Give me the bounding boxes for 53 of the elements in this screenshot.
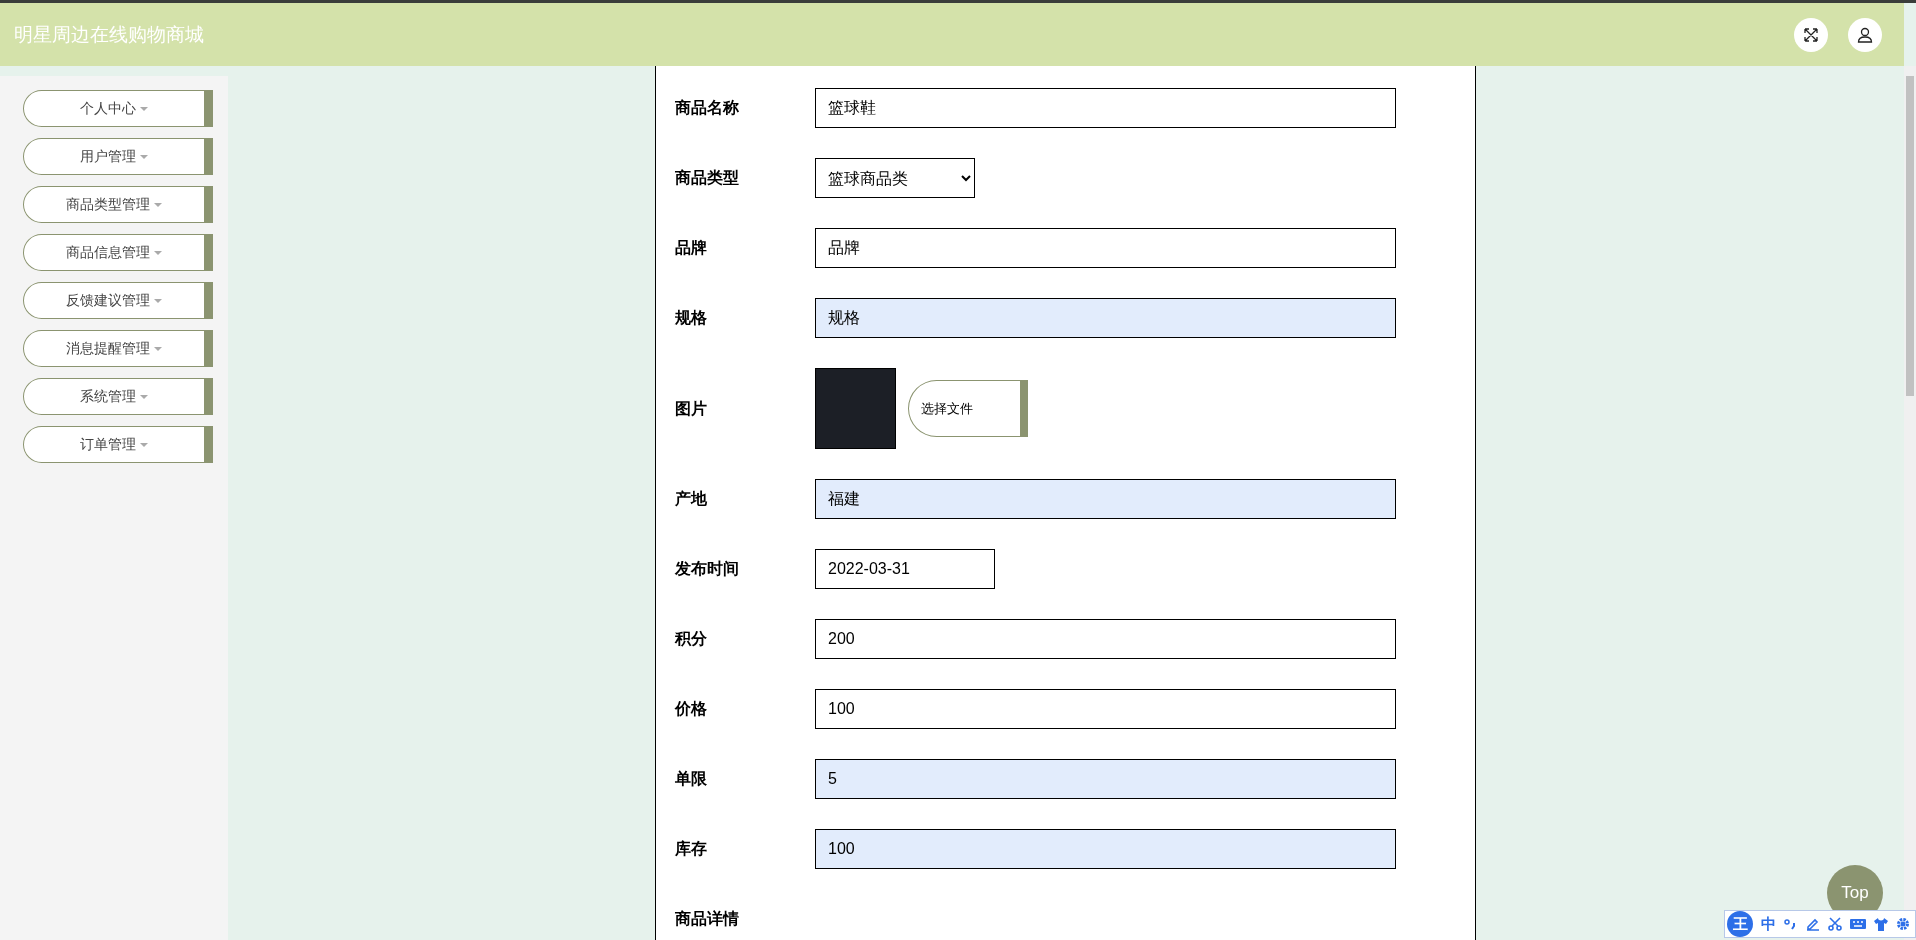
caret-icon <box>154 202 162 207</box>
caret-icon <box>154 250 162 255</box>
punctuation-icon[interactable] <box>1784 918 1798 930</box>
text-field[interactable]: 篮球鞋 <box>815 88 1396 128</box>
shirt-icon[interactable] <box>1874 917 1888 931</box>
field-label: 单限 <box>675 769 708 789</box>
field-label: 价格 <box>675 699 708 719</box>
settings-icon[interactable] <box>1896 917 1910 931</box>
sidebar-menu-button[interactable]: 用户管理 <box>23 138 213 175</box>
text-field[interactable]: 100 <box>815 829 1396 869</box>
field-label: 库存 <box>675 839 708 859</box>
caret-icon <box>140 154 148 159</box>
field-label: 品牌 <box>675 238 708 258</box>
text-field[interactable]: 品牌 <box>815 228 1396 268</box>
field-label: 发布时间 <box>675 559 740 579</box>
caret-icon <box>140 442 148 447</box>
pen-icon[interactable] <box>1806 917 1820 931</box>
date-field[interactable]: 2022-03-31 <box>815 549 995 589</box>
choose-file-button[interactable]: 选择文件 <box>908 380 1028 437</box>
text-field[interactable]: 规格 <box>815 298 1396 338</box>
site-title: 明星周边在线购物商城 <box>14 22 204 48</box>
sidebar-menu-button[interactable]: 商品信息管理 <box>23 234 213 271</box>
sidebar-menu-button[interactable]: 消息提醒管理 <box>23 330 213 367</box>
field-label: 规格 <box>675 308 708 328</box>
field-label: 图片 <box>675 398 708 419</box>
keyboard-icon[interactable] <box>1850 918 1866 930</box>
input-mode-toggle[interactable]: 中 <box>1761 912 1776 936</box>
text-field[interactable]: 福建 <box>815 479 1396 519</box>
sidebar-menu-button[interactable]: 商品类型管理 <box>23 186 213 223</box>
text-field[interactable]: 200 <box>815 619 1396 659</box>
scissors-icon[interactable] <box>1828 917 1842 931</box>
field-label: 商品名称 <box>675 98 740 118</box>
caret-icon <box>140 106 148 111</box>
text-field[interactable]: 100 <box>815 689 1396 729</box>
field-label: 积分 <box>675 629 708 649</box>
user-icon <box>1857 26 1873 43</box>
field-label: 商品详情 <box>675 909 740 929</box>
sidebar-menu-button[interactable]: 订单管理 <box>23 426 213 463</box>
expand-icon <box>1803 26 1819 43</box>
caret-icon <box>154 298 162 303</box>
fullscreen-button[interactable] <box>1794 17 1828 52</box>
text-field[interactable]: 5 <box>815 759 1396 799</box>
field-label: 产地 <box>675 489 708 509</box>
select-field[interactable]: 篮球商品类 <box>815 158 975 198</box>
sidebar-menu-button[interactable]: 系统管理 <box>23 378 213 415</box>
scrollbar-thumb[interactable] <box>1906 76 1914 396</box>
caret-icon <box>154 346 162 351</box>
user-button[interactable] <box>1848 17 1882 52</box>
sidebar-menu-button[interactable]: 个人中心 <box>23 90 213 127</box>
caret-icon <box>140 394 148 399</box>
sidebar-menu-button[interactable]: 反馈建议管理 <box>23 282 213 319</box>
field-label: 商品类型 <box>675 168 740 188</box>
ime-logo[interactable]: 王 <box>1727 911 1753 937</box>
